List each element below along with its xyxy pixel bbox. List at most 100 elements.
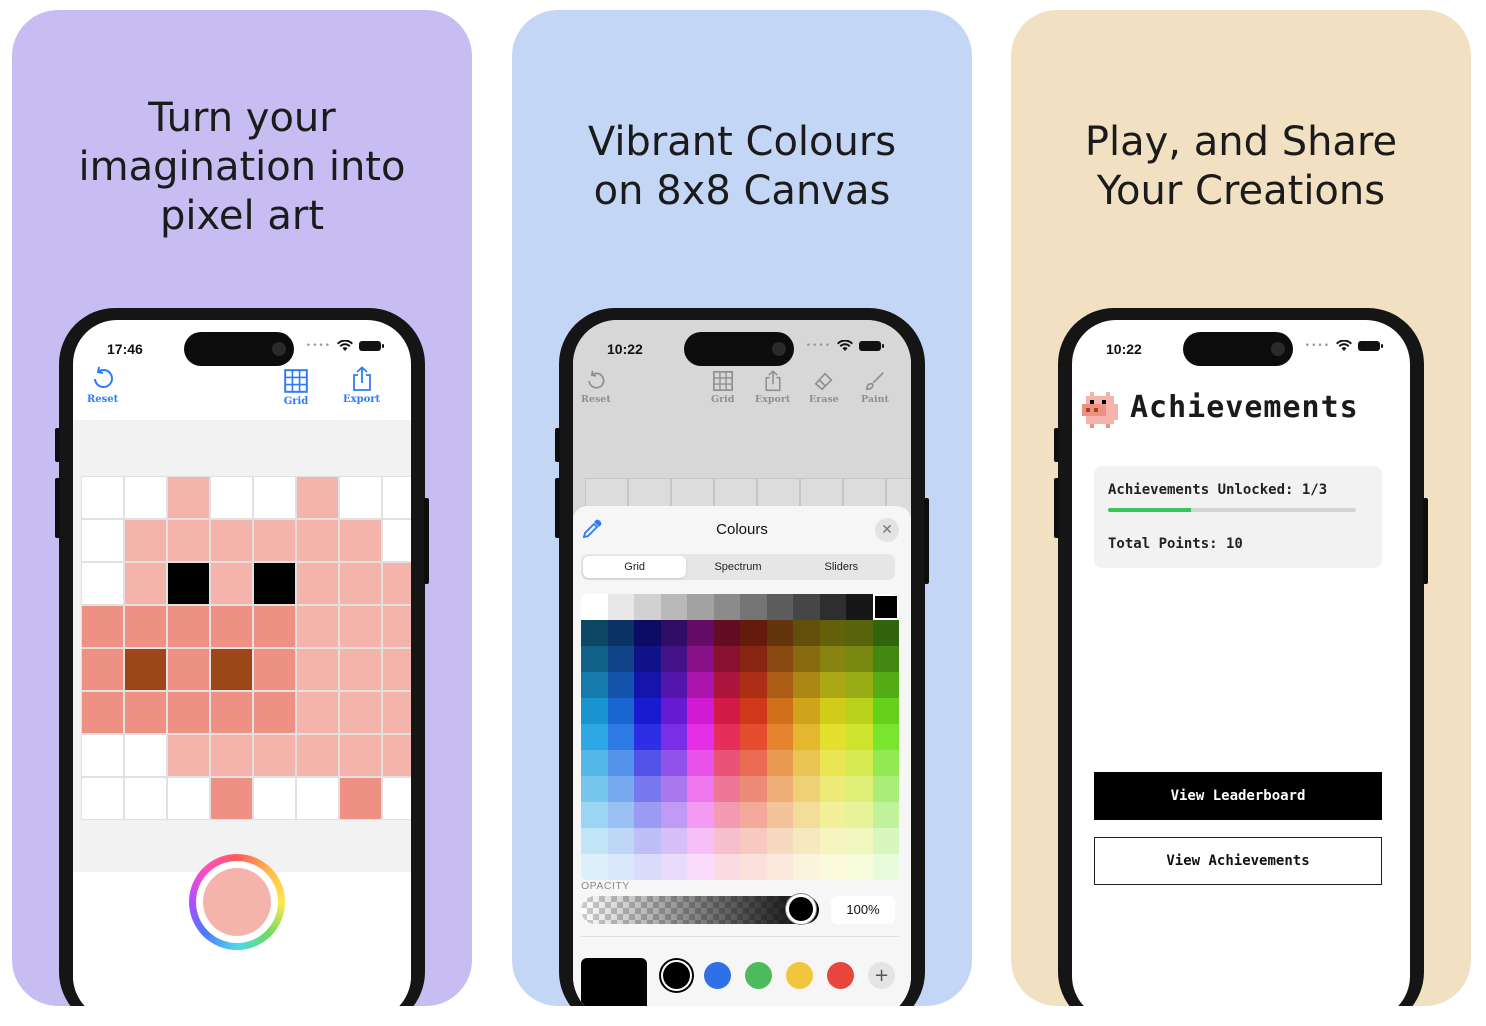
pixel-cell[interactable] [253, 562, 296, 605]
palette-swatch[interactable] [872, 828, 899, 854]
palette-swatch[interactable] [634, 646, 661, 672]
pixel-cell[interactable] [167, 648, 210, 691]
pixel-cell[interactable] [81, 734, 124, 777]
palette-swatch[interactable] [660, 828, 687, 854]
palette-swatch[interactable] [819, 724, 846, 750]
pixel-cell[interactable] [167, 777, 210, 820]
reset-button[interactable]: Reset [581, 370, 611, 405]
palette-swatch[interactable] [872, 724, 899, 750]
pixel-cell[interactable] [167, 605, 210, 648]
grid-button[interactable]: Grid [711, 370, 734, 405]
palette-swatch[interactable] [713, 724, 740, 750]
pixel-cell[interactable] [81, 605, 124, 648]
palette-swatch[interactable] [713, 776, 740, 802]
palette-swatch[interactable] [740, 854, 767, 880]
palette-swatch[interactable] [740, 594, 767, 620]
palette-swatch[interactable] [766, 854, 793, 880]
palette-swatch[interactable] [634, 672, 661, 698]
palette-swatch[interactable] [660, 802, 687, 828]
palette-swatch[interactable] [713, 646, 740, 672]
palette-swatch[interactable] [740, 828, 767, 854]
pixel-cell[interactable] [81, 691, 124, 734]
palette-swatch[interactable] [660, 750, 687, 776]
palette-swatch[interactable] [766, 776, 793, 802]
palette-swatch[interactable] [846, 672, 873, 698]
palette-swatch[interactable] [766, 802, 793, 828]
palette-swatch[interactable] [634, 620, 661, 646]
view-leaderboard-button[interactable]: View Leaderboard [1094, 772, 1382, 820]
pixel-cell[interactable] [210, 734, 253, 777]
palette-swatch[interactable] [607, 594, 634, 620]
pixel-cell[interactable] [253, 777, 296, 820]
palette-swatch[interactable] [581, 854, 608, 880]
palette-swatch[interactable] [660, 620, 687, 646]
pixel-cell[interactable] [167, 691, 210, 734]
opacity-value-field[interactable]: 100% [831, 896, 895, 924]
pixel-cell[interactable] [253, 648, 296, 691]
pixel-cell[interactable] [124, 605, 167, 648]
palette-swatch[interactable] [766, 698, 793, 724]
palette-swatch[interactable] [607, 724, 634, 750]
tab-sliders[interactable]: Sliders [790, 556, 893, 578]
palette-swatch[interactable] [660, 724, 687, 750]
pixel-cell[interactable] [81, 519, 124, 562]
opacity-slider-thumb[interactable] [786, 894, 816, 924]
palette-swatch[interactable] [846, 776, 873, 802]
palette-swatch[interactable] [687, 802, 714, 828]
palette-swatch[interactable] [846, 828, 873, 854]
palette-swatch[interactable] [660, 594, 687, 620]
palette-swatch[interactable] [581, 594, 608, 620]
palette-swatch[interactable] [713, 594, 740, 620]
opacity-slider[interactable] [581, 896, 819, 924]
pixel-cell[interactable] [382, 476, 411, 519]
pixel-cell[interactable] [167, 734, 210, 777]
pixel-cell[interactable] [124, 648, 167, 691]
pixel-cell[interactable] [339, 777, 382, 820]
palette-swatch[interactable] [581, 724, 608, 750]
palette-swatch[interactable] [846, 802, 873, 828]
pixel-cell[interactable] [124, 562, 167, 605]
palette-swatch[interactable] [793, 724, 820, 750]
color-picker-button[interactable] [189, 854, 285, 950]
pixel-cell[interactable] [210, 605, 253, 648]
pixel-cell[interactable] [210, 519, 253, 562]
palette-swatch[interactable] [846, 594, 873, 620]
palette-swatch[interactable] [819, 854, 846, 880]
pixel-cell[interactable] [81, 476, 124, 519]
close-button[interactable]: ✕ [875, 518, 899, 542]
pixel-cell[interactable] [296, 562, 339, 605]
pixel-cell[interactable] [339, 734, 382, 777]
palette-swatch[interactable] [687, 698, 714, 724]
palette-swatch[interactable] [846, 854, 873, 880]
palette-swatch[interactable] [819, 776, 846, 802]
palette-swatch[interactable] [581, 802, 608, 828]
pixel-cell[interactable] [382, 691, 411, 734]
palette-swatch[interactable] [634, 698, 661, 724]
palette-swatch[interactable] [766, 672, 793, 698]
pixel-cell[interactable] [253, 476, 296, 519]
reset-button[interactable]: Reset [87, 366, 118, 405]
palette-swatch[interactable] [872, 854, 899, 880]
palette-swatch[interactable] [872, 750, 899, 776]
pixel-cell[interactable] [167, 519, 210, 562]
palette-swatch[interactable] [607, 620, 634, 646]
pixel-cell[interactable] [81, 648, 124, 691]
pixel-cell[interactable] [296, 605, 339, 648]
pixel-cell[interactable] [210, 476, 253, 519]
palette-swatch[interactable] [793, 594, 820, 620]
pixel-canvas[interactable] [81, 476, 411, 820]
palette-swatch[interactable] [740, 750, 767, 776]
pixel-cell[interactable] [296, 691, 339, 734]
pixel-cell[interactable] [339, 476, 382, 519]
palette-swatch[interactable] [872, 620, 899, 646]
palette-swatch[interactable] [740, 620, 767, 646]
pixel-cell[interactable] [124, 734, 167, 777]
palette-swatch[interactable] [687, 620, 714, 646]
palette-swatch[interactable] [872, 802, 899, 828]
color-swatch[interactable] [745, 962, 772, 989]
pixel-cell[interactable] [81, 562, 124, 605]
palette-swatch[interactable] [687, 646, 714, 672]
colour-grid[interactable] [581, 594, 899, 880]
grid-button[interactable]: Grid [283, 368, 309, 407]
pixel-cell[interactable] [124, 777, 167, 820]
